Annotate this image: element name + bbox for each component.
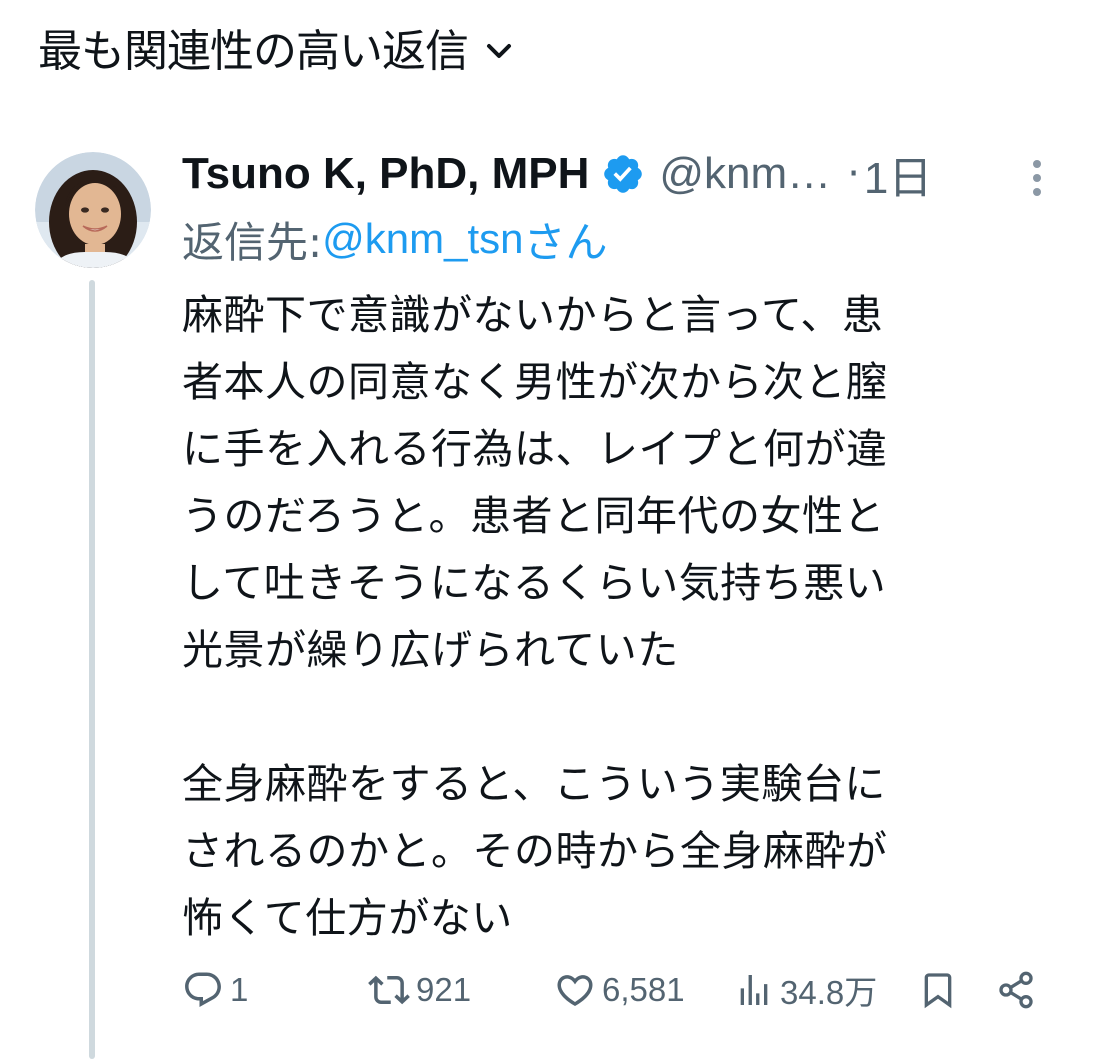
reply-sort-label: 最も関連性の高い返信: [38, 26, 469, 77]
share-button[interactable]: [996, 955, 1036, 1025]
chevron-down-icon: [486, 37, 516, 67]
retweet-button[interactable]: 921: [368, 955, 471, 1025]
views-icon: [734, 970, 774, 1010]
meta-separator: ·: [847, 151, 860, 197]
verified-badge-icon[interactable]: [601, 152, 645, 196]
tweet-paragraph-2: 全身麻酔をすると、こういう実験台に されるのかと。その時から全身麻酔が 怖くて仕…: [182, 751, 1042, 952]
replying-to-label: 返信先:: [182, 217, 323, 267]
reply-button[interactable]: 1: [182, 955, 248, 1025]
replying-to: 返信先: @knm_tsn さん: [182, 208, 608, 270]
like-count: 6,581: [602, 971, 685, 1008]
tweet-text-line: 者本人の同意なく男性が次から次と膣: [182, 358, 888, 406]
like-button[interactable]: 6,581: [554, 955, 685, 1025]
tweet-text-line: 光景が繰り広げられていた: [182, 626, 679, 674]
retweet-icon: [368, 969, 410, 1011]
tweet-text-line: して吐きそうになるくらい気持ち悪い: [182, 559, 887, 607]
heart-icon: [554, 969, 596, 1011]
reply-icon: [182, 969, 224, 1011]
tweet-text: 麻酔下で意識がないからと言って、患 者本人の同意なく男性が次から次と膣 に手を入…: [182, 282, 1042, 952]
tweet-header: Tsuno K, PhD, MPH @knm… · 1日: [182, 142, 1056, 206]
tweet-text-line: 麻酔下で意識がないからと言って、患: [182, 291, 884, 339]
thread-connector-line: [89, 280, 95, 1059]
tweet-text-line: に手を入れる行為は、レイプと何が違: [182, 425, 888, 473]
views-button[interactable]: 34.8万: [734, 955, 877, 1025]
author-handle[interactable]: @knm…: [659, 149, 831, 199]
share-icon: [996, 970, 1036, 1010]
tweet-timestamp[interactable]: 1日: [864, 142, 932, 206]
tweet-paragraph-1: 麻酔下で意識がないからと言って、患 者本人の同意なく男性が次から次と膣 に手を入…: [182, 282, 1042, 684]
author-display-name[interactable]: Tsuno K, PhD, MPH: [182, 149, 589, 199]
tweet-text-line: されるのかと。その時から全身麻酔が: [182, 827, 888, 875]
avatar[interactable]: [35, 152, 151, 268]
replying-to-honorific: さん: [523, 217, 608, 267]
bookmark-icon: [918, 969, 958, 1011]
views-count: 34.8万: [780, 974, 878, 1011]
bookmark-button[interactable]: [918, 955, 958, 1025]
tweet-action-bar: 1 921 6,581 34.8万: [182, 955, 1042, 1025]
tweet-text-line: 怖くて仕方がない: [182, 894, 513, 942]
tweet-text-line: 全身麻酔をすると、こういう実験台に: [182, 760, 886, 808]
more-vertical-icon[interactable]: [1030, 158, 1044, 198]
tweet-text-line: うのだろうと。患者と同年代の女性と: [182, 492, 886, 540]
retweet-count: 921: [416, 971, 472, 1008]
reply-sort-dropdown[interactable]: 最も関連性の高い返信: [38, 22, 516, 82]
replying-to-user-link[interactable]: @knm_tsn: [322, 215, 523, 263]
reply-count: 1: [230, 971, 249, 1008]
